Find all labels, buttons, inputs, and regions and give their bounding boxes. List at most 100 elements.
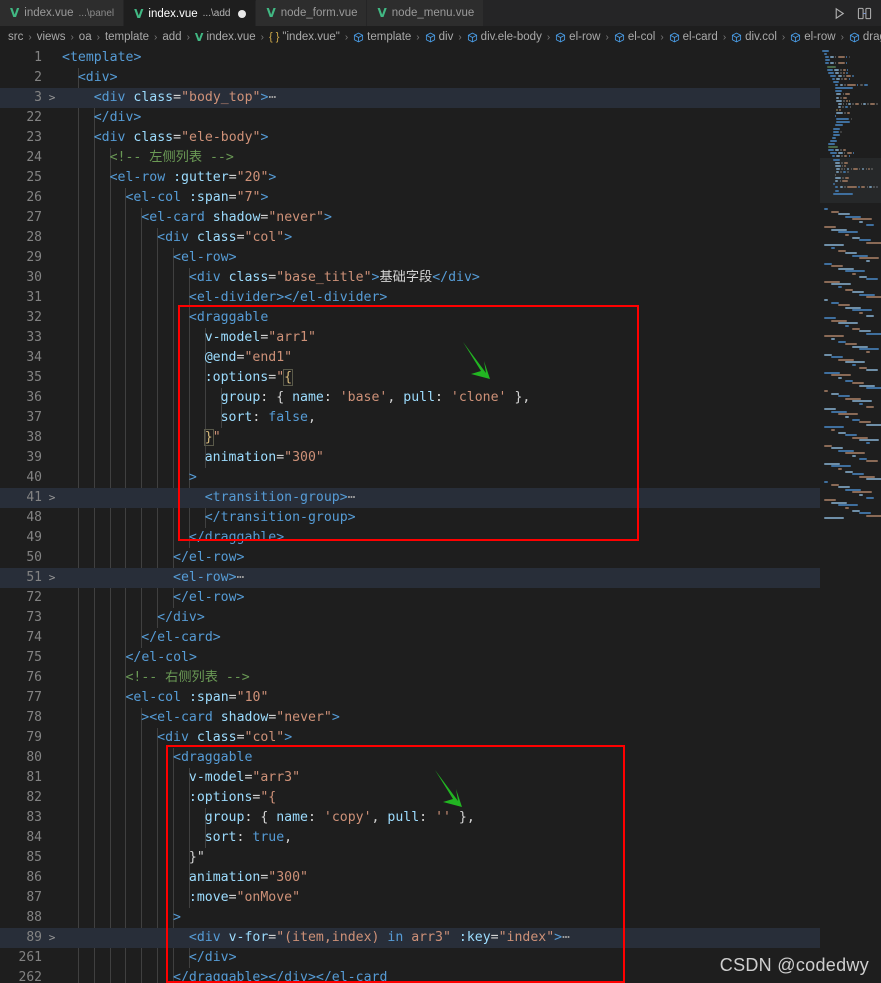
code-token: = — [236, 730, 245, 745]
breadcrumb-item-15[interactable]: drag — [849, 31, 881, 43]
code-token: = — [228, 190, 237, 205]
code-line[interactable]: 75 </el-col> — [0, 648, 820, 668]
code-line[interactable]: 34 @end="end1" — [0, 348, 820, 368]
code-token: , — [387, 390, 404, 405]
breadcrumb-item-10[interactable]: el-row — [555, 31, 600, 43]
split-editor-icon[interactable] — [857, 6, 872, 21]
code-line[interactable]: 24 <!-- 左侧列表 --> — [0, 148, 820, 168]
code-token: v-for — [228, 930, 269, 945]
code-editor: 1 <template> 2 <div> 3 > <div class="body_top"… — [0, 48, 881, 983]
line-number: 75 — [26, 650, 42, 665]
fold-chevron-icon[interactable]: > — [42, 928, 62, 948]
code-token: :key — [458, 930, 491, 945]
code-line[interactable]: 261 </div> — [0, 948, 820, 968]
code-line[interactable]: 36 group: { name: 'base', pull: 'clone' }… — [0, 388, 820, 408]
code-line[interactable]: 31 <el-divider></el-divider> — [0, 288, 820, 308]
breadcrumb-label: "index.vue" — [282, 31, 340, 43]
code-line[interactable]: 262 </draggable></div></el-card — [0, 968, 820, 983]
fold-chevron-icon[interactable]: > — [42, 488, 62, 508]
code-line[interactable]: 35:options="{ — [0, 368, 820, 388]
code-line[interactable]: 22 </div> — [0, 108, 820, 128]
minimap-token — [852, 364, 856, 366]
code-token: <el-divider></el-divider> — [188, 290, 388, 305]
code-line[interactable]: 76 <!-- 右侧列表 --> — [0, 668, 820, 688]
minimap-token — [844, 105, 849, 108]
editor-tab-2[interactable]: Vnode_form.vue — [256, 0, 368, 26]
code-line[interactable]: 39 animation="300" — [0, 448, 820, 468]
code-line[interactable]: 83 group: { name: 'copy', pull: '' }, — [0, 808, 820, 828]
code-token: class — [133, 130, 174, 145]
code-line[interactable]: 49 </draggable> — [0, 528, 820, 548]
minimap-token — [838, 468, 842, 470]
breadcrumb-item-2[interactable]: oa — [79, 31, 92, 43]
code-line[interactable]: 77 <el-col :span="10" — [0, 688, 820, 708]
code-line[interactable]: 40 > — [0, 468, 820, 488]
code-line[interactable]: 1 <template> — [0, 48, 820, 68]
code-line[interactable]: 78 ><el-card shadow="never"> — [0, 708, 820, 728]
code-line[interactable]: 72 </el-row> — [0, 588, 820, 608]
code-line-text: animation="300" — [62, 868, 308, 888]
minimap[interactable] — [820, 48, 881, 983]
code-line[interactable]: 37 sort: false, — [0, 408, 820, 428]
code-line[interactable]: 86 animation="300" — [0, 868, 820, 888]
breadcrumb-label: add — [162, 31, 182, 43]
code-line[interactable]: 28 <div class="col"> — [0, 228, 820, 248]
breadcrumb-item-11[interactable]: el-col — [614, 31, 655, 43]
code-line[interactable]: 2 <div> — [0, 68, 820, 88]
code-line[interactable]: 29 <el-row> — [0, 248, 820, 268]
code-line[interactable]: 38}" — [0, 428, 820, 448]
minimap-token — [824, 499, 836, 502]
code-line[interactable]: 32 <draggable — [0, 308, 820, 328]
breadcrumb-item-14[interactable]: el-row — [790, 31, 836, 43]
minimap-token — [831, 265, 843, 268]
code-line[interactable]: 25 <el-row :gutter="20"> — [0, 168, 820, 188]
editor-tab-1[interactable]: Vindex.vue ...\add — [124, 0, 257, 26]
code-line[interactable]: 73 </div> — [0, 608, 820, 628]
breadcrumb-item-12[interactable]: el-card — [669, 31, 718, 43]
code-line[interactable]: 48 </transition-group> — [0, 508, 820, 528]
code-line[interactable]: 88 > — [0, 908, 820, 928]
breadcrumb-item-1[interactable]: views — [37, 31, 66, 43]
run-icon[interactable] — [832, 6, 847, 21]
code-line[interactable]: 81 v-model="arr3" — [0, 768, 820, 788]
breadcrumb-item-8[interactable]: div — [425, 31, 453, 43]
fold-chevron-icon[interactable]: > — [42, 88, 62, 108]
code-token: :options — [188, 790, 253, 805]
minimap-token — [834, 90, 842, 93]
minimap-slider[interactable] — [820, 158, 881, 203]
breadcrumb-item-3[interactable]: template — [105, 31, 149, 43]
breadcrumb-item-6[interactable]: { } "index.vue" — [269, 31, 340, 43]
code-line[interactable]: 50 </el-row> — [0, 548, 820, 568]
editor-tab-3[interactable]: Vnode_menu.vue — [367, 0, 485, 26]
code-line[interactable]: 85}" — [0, 848, 820, 868]
code-line[interactable]: 80 <draggable — [0, 748, 820, 768]
breadcrumb-item-4[interactable]: add — [162, 31, 181, 43]
code-line[interactable]: 33 v-model="arr1" — [0, 328, 820, 348]
code-token: "300" — [284, 450, 324, 465]
breadcrumb-item-7[interactable]: template — [353, 31, 411, 43]
code-line[interactable]: 82:options="{ — [0, 788, 820, 808]
code-line[interactable]: 3 > <div class="body_top">⋯ — [0, 88, 820, 108]
code-line[interactable]: 89 > <div v-for="(item,index) in arr3" :ke… — [0, 928, 820, 948]
code-line[interactable]: 41 > <transition-group>⋯ — [0, 488, 820, 508]
breadcrumb-item-13[interactable]: div.col — [731, 31, 777, 43]
code-lines-area[interactable]: 1 <template> 2 <div> 3 > <div class="body_top"… — [0, 48, 820, 983]
code-line[interactable]: 23 <div class="ele-body"> — [0, 128, 820, 148]
breadcrumb-item-5[interactable]: Vindex.vue — [195, 31, 256, 44]
code-line[interactable]: 51 > <el-row>⋯ — [0, 568, 820, 588]
code-line[interactable]: 27 <el-card shadow="never"> — [0, 208, 820, 228]
code-line[interactable]: 87:move="onMove" — [0, 888, 820, 908]
minimap-token — [845, 416, 849, 418]
code-line[interactable]: 30 <div class="base_title">基础字段</div> — [0, 268, 820, 288]
editor-tab-0[interactable]: Vindex.vue ...\panel — [0, 0, 125, 26]
unsaved-indicator-icon[interactable] — [238, 9, 247, 18]
minimap-token — [825, 59, 830, 62]
code-line[interactable]: 79 <div class="col"> — [0, 728, 820, 748]
watermark-text: CSDN @codedwy — [719, 955, 869, 975]
code-line[interactable]: 74 </el-card> — [0, 628, 820, 648]
breadcrumb-item-9[interactable]: div.ele-body — [467, 31, 542, 43]
fold-chevron-icon[interactable]: > — [42, 568, 62, 588]
breadcrumb-item-0[interactable]: src — [8, 31, 23, 43]
code-line[interactable]: 84 sort: true, — [0, 828, 820, 848]
code-line[interactable]: 26 <el-col :span="7"> — [0, 188, 820, 208]
